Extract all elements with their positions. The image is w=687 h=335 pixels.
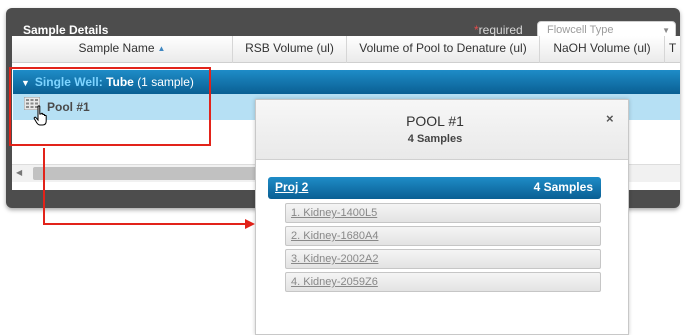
- column-header-label: T: [668, 41, 677, 55]
- sample-link[interactable]: 2. Kidney-1680A4: [291, 230, 378, 242]
- list-item[interactable]: 3. Kidney-2002A2: [285, 249, 601, 269]
- sample-link[interactable]: 3. Kidney-2002A2: [291, 253, 378, 265]
- column-header-rsb-volume[interactable]: RSB Volume (ul): [233, 36, 347, 63]
- list-item[interactable]: 4. Kidney-2059Z6: [285, 272, 601, 292]
- highlight-callout-box: [9, 67, 211, 146]
- column-header-label: RSB Volume (ul): [245, 41, 334, 55]
- required-label: *required: [474, 23, 523, 37]
- column-header-naoh-volume[interactable]: NaOH Volume (ul): [540, 36, 665, 63]
- column-header-sample-name[interactable]: Sample Name ▲: [12, 36, 233, 63]
- popup-title: POOL #1: [406, 113, 464, 129]
- project-bar[interactable]: Proj 2 4 Samples: [268, 177, 601, 199]
- project-sample-count: 4 Samples: [533, 180, 593, 194]
- list-item[interactable]: 2. Kidney-1680A4: [285, 226, 601, 246]
- required-text: required: [478, 23, 523, 37]
- panel-title: Sample Details: [23, 23, 109, 37]
- chevron-down-icon: ▼: [662, 26, 670, 35]
- grid-header: Sample Name ▲ RSB Volume (ul) Volume of P…: [12, 36, 680, 63]
- list-item[interactable]: 1. Kidney-1400L5: [285, 203, 601, 223]
- project-link[interactable]: Proj 2: [275, 180, 308, 194]
- sort-ascending-icon: ▲: [157, 44, 166, 53]
- column-header-label: Volume of Pool to Denature (ul): [359, 41, 527, 55]
- popup-header: POOL #1 4 Samples ×: [256, 100, 628, 160]
- popup-sample-count: 4 Samples: [407, 133, 463, 145]
- column-header-label: NaOH Volume (ul): [553, 41, 651, 55]
- sample-link[interactable]: 1. Kidney-1400L5: [291, 207, 377, 219]
- pool-popup: POOL #1 4 Samples × Proj 2 4 Samples 1. …: [255, 99, 629, 335]
- sample-link[interactable]: 4. Kidney-2059Z6: [291, 276, 378, 288]
- scroll-left-icon[interactable]: ◀: [16, 168, 22, 177]
- column-header-label: Sample Name: [78, 41, 155, 55]
- column-header-pool-volume[interactable]: Volume of Pool to Denature (ul): [347, 36, 540, 63]
- sample-list: 1. Kidney-1400L5 2. Kidney-1680A4 3. Kid…: [285, 203, 603, 295]
- column-header-truncated[interactable]: T: [665, 36, 680, 63]
- flowcell-type-value: Flowcell Type: [547, 24, 614, 36]
- close-icon[interactable]: ×: [606, 111, 614, 126]
